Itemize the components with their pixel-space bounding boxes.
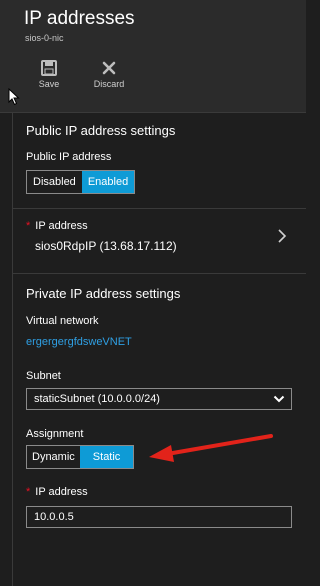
- private-ip-address-input[interactable]: 10.0.0.5: [26, 506, 292, 528]
- toggle-option-dynamic[interactable]: Dynamic: [27, 446, 80, 468]
- public-ip-section-title: Public IP address settings: [26, 123, 176, 138]
- subnet-select[interactable]: staticSubnet (10.0.0.0/24): [26, 388, 292, 410]
- public-ip-field-label: Public IP address: [26, 151, 112, 163]
- save-icon: [41, 60, 57, 76]
- toggle-option-static[interactable]: Static: [79, 446, 134, 468]
- private-ip-address-label-text: IP address: [35, 486, 88, 498]
- blade-title: IP addresses: [24, 8, 135, 29]
- private-ip-section-title: Private IP address settings: [26, 286, 181, 301]
- public-ip-address-label: * IP address: [26, 220, 88, 232]
- assignment-label: Assignment: [26, 428, 84, 440]
- discard-button[interactable]: Discard: [85, 60, 133, 89]
- virtual-network-link[interactable]: ergergergfdsweVNET: [26, 336, 132, 348]
- divider: [12, 273, 306, 274]
- save-button[interactable]: Save: [25, 60, 73, 89]
- chevron-down-icon: [273, 395, 285, 403]
- public-ip-address-value[interactable]: sios0RdpIP (13.68.17.112): [35, 239, 177, 253]
- save-label: Save: [38, 79, 60, 89]
- annotation-arrow-icon: [149, 434, 273, 462]
- blade-header: IP addresses sios-0-nic Save Discard: [0, 0, 306, 112]
- required-asterisk: *: [26, 220, 31, 232]
- private-ip-address-value: 10.0.0.5: [34, 511, 74, 523]
- toggle-option-enabled[interactable]: Enabled: [81, 171, 135, 193]
- chevron-right-icon[interactable]: [277, 228, 287, 244]
- public-ip-toggle: Disabled Enabled: [26, 170, 136, 194]
- blade-subtitle: sios-0-nic: [25, 33, 64, 43]
- divider: [12, 208, 306, 209]
- public-ip-address-label-text: IP address: [35, 220, 88, 232]
- assignment-toggle: Dynamic Static: [26, 445, 135, 469]
- private-ip-address-label: * IP address: [26, 486, 88, 498]
- discard-label: Discard: [93, 79, 125, 89]
- mouse-pointer-icon: [8, 88, 20, 106]
- virtual-network-label: Virtual network: [26, 315, 99, 327]
- subnet-label: Subnet: [26, 370, 61, 382]
- subnet-selected-value: staticSubnet (10.0.0.0/24): [34, 393, 160, 405]
- toggle-option-disabled[interactable]: Disabled: [27, 171, 82, 193]
- close-icon: [102, 61, 116, 75]
- required-asterisk: *: [26, 486, 31, 498]
